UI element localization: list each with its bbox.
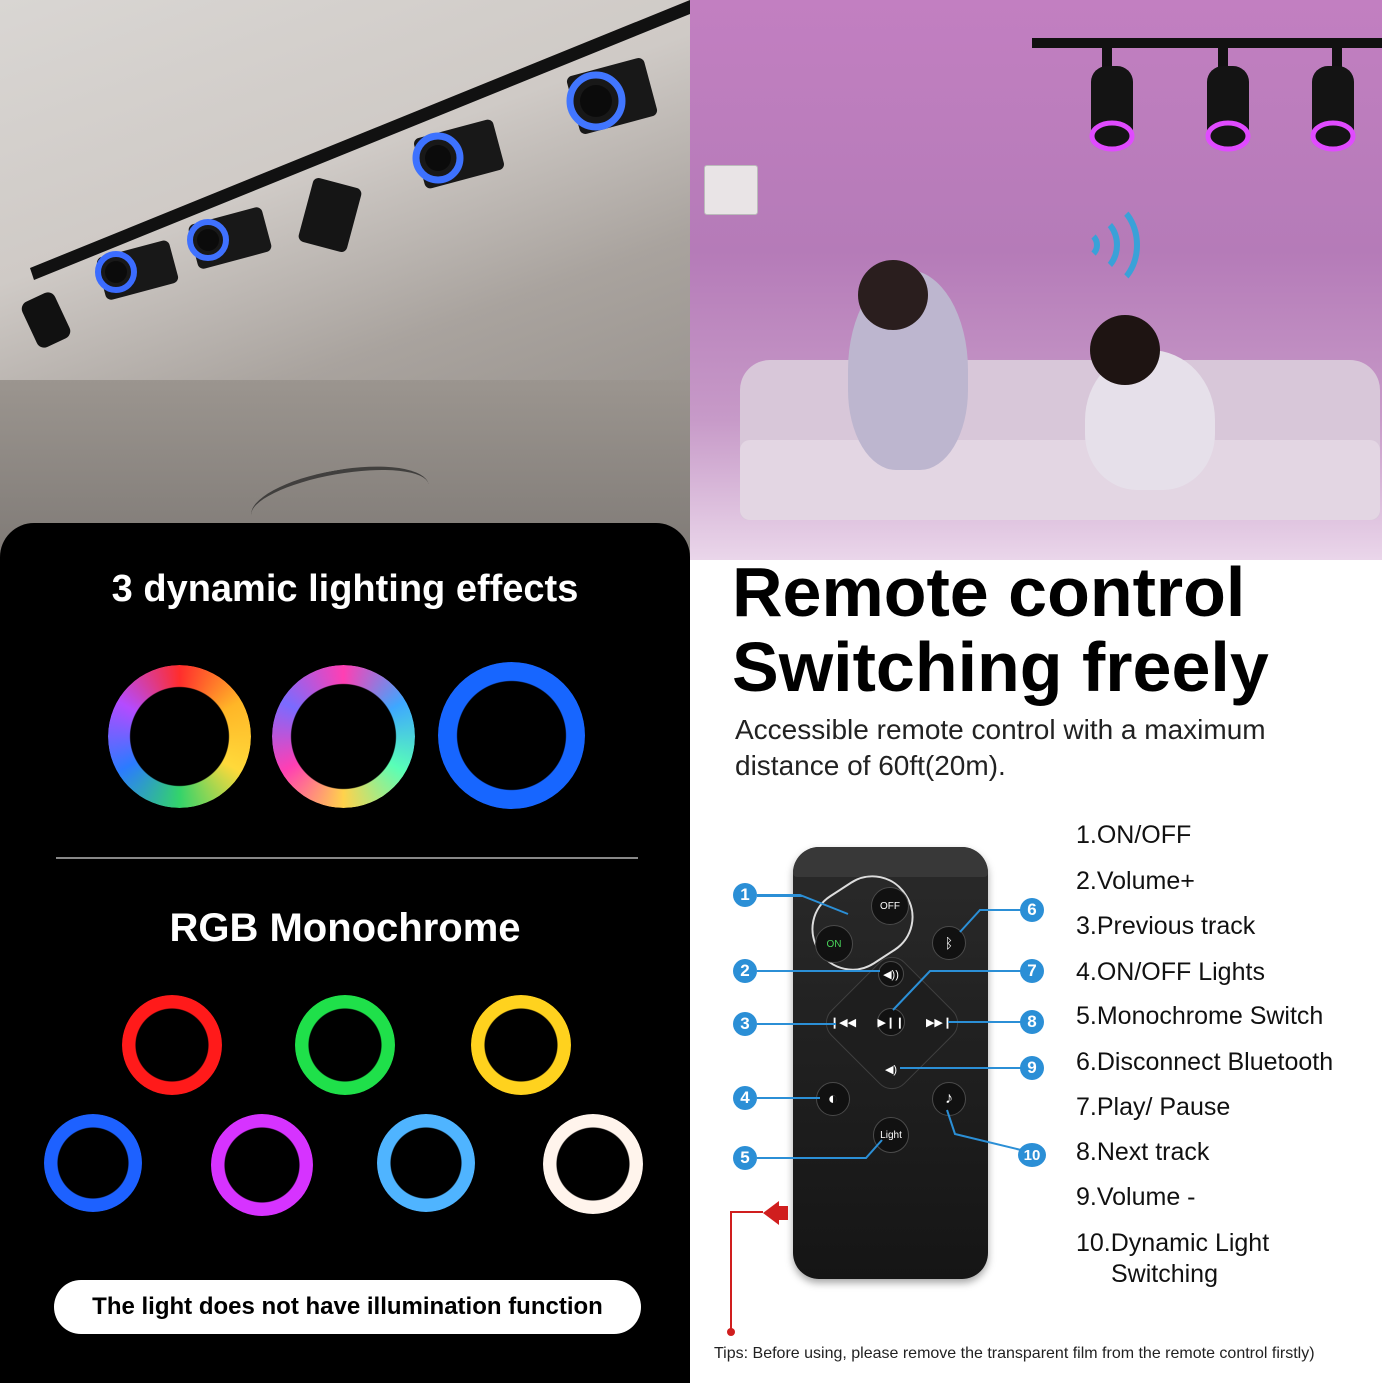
previous-track-icon: ❙◀◀ <box>829 1016 857 1029</box>
callout-4: 4 <box>733 1086 757 1110</box>
mono-ring-yellow <box>471 995 571 1095</box>
off-button[interactable]: OFF <box>871 887 909 925</box>
mono-ring-red <box>122 995 222 1095</box>
headline-line1: Remote control <box>732 553 1246 631</box>
ceiling-track-light-photo <box>0 0 690 560</box>
dynamic-ring-multicolor <box>272 665 415 808</box>
callout-6: 6 <box>1020 898 1044 922</box>
mono-ring-white <box>543 1114 643 1214</box>
dynamic-ring-rainbow <box>108 665 251 808</box>
callout-7: 7 <box>1020 959 1044 983</box>
legend-item: 2.Volume+ <box>1076 867 1195 895</box>
next-track-button[interactable]: ▶▶❙ <box>926 1009 952 1035</box>
play-pause-icon: ▶❙❙ <box>877 1016 905 1029</box>
signal-icon <box>1070 200 1140 290</box>
legend-item: 3.Previous track <box>1076 912 1256 940</box>
legend-item: 9.Volume - <box>1076 1183 1196 1211</box>
callout-3: 3 <box>733 1012 757 1036</box>
track-lights-illustration <box>21 0 690 348</box>
legend-item: 8.Next track <box>1076 1138 1210 1166</box>
music-note-icon: ♪ <box>945 1090 953 1107</box>
mono-ring-blue <box>44 1114 142 1212</box>
next-track-icon: ▶▶❙ <box>925 1016 953 1029</box>
callout-10: 10 <box>1018 1143 1046 1167</box>
dynamic-ring-blue <box>438 662 585 809</box>
legend-item: 7.Play/ Pause <box>1076 1093 1231 1121</box>
callout-line-1 <box>757 895 802 897</box>
previous-track-button[interactable]: ❙◀◀ <box>830 1009 856 1035</box>
legend-item: 6.Disconnect Bluetooth <box>1076 1048 1334 1076</box>
legend-item: 1.ON/OFF <box>1076 821 1192 849</box>
sofa-seat <box>740 440 1380 520</box>
mono-ring-green <box>295 995 395 1095</box>
lighting-effects-panel <box>0 523 690 1383</box>
callout-5: 5 <box>733 1146 757 1170</box>
person-left-head <box>858 260 928 330</box>
living-room-photo <box>690 0 1382 560</box>
volume-down-button[interactable]: ◀) <box>878 1056 904 1082</box>
bluetooth-disconnect-button[interactable]: ᛒ <box>932 926 966 960</box>
fixture-1 <box>21 292 71 348</box>
callout-1: 1 <box>733 883 757 907</box>
red-arrow-tail <box>777 1206 788 1220</box>
volume-down-icon: ◀) <box>884 1063 898 1076</box>
headline-line2: Switching freely <box>732 628 1269 706</box>
mono-ring-purple <box>211 1114 313 1216</box>
monochrome-light-button[interactable]: Light <box>873 1117 909 1153</box>
bluetooth-icon: ᛒ <box>944 935 954 951</box>
no-illumination-notice: The light does not have illumination fun… <box>54 1280 641 1334</box>
half-circle-icon: ◐ <box>827 1089 839 1108</box>
mono-ring-light-blue <box>377 1114 475 1212</box>
callout-9: 9 <box>1020 1056 1044 1080</box>
legend-item: 10.Dynamic Light <box>1076 1229 1270 1257</box>
remote-top-edge <box>793 847 988 877</box>
ceiling-track-lights <box>1032 38 1382 152</box>
callout-8: 8 <box>1020 1010 1044 1034</box>
play-pause-button[interactable]: ▶❙❙ <box>877 1008 905 1036</box>
wall-switch <box>704 165 758 215</box>
person-right-head <box>1090 315 1160 385</box>
dynamic-effects-heading: 3 dynamic lighting effects <box>111 568 579 610</box>
legend-item-continued: Switching <box>1111 1260 1218 1288</box>
rgb-monochrome-heading: RGB Monochrome <box>169 906 521 950</box>
volume-up-button[interactable]: ◀)) <box>878 961 904 987</box>
onoff-lights-button[interactable]: ◐ <box>816 1082 850 1116</box>
callout-2: 2 <box>733 959 757 983</box>
legend-item: 5.Monochrome Switch <box>1076 1002 1324 1030</box>
tips-note: Tips: Before using, please remove the tr… <box>714 1345 1315 1362</box>
on-button[interactable]: ON <box>815 925 853 963</box>
volume-up-icon: ◀)) <box>883 968 899 981</box>
divider <box>56 857 638 859</box>
legend-item: 4.ON/OFF Lights <box>1076 958 1265 986</box>
range-description: Accessible remote control with a maximum… <box>735 714 1266 781</box>
dynamic-light-button[interactable]: ♪ <box>932 1082 966 1116</box>
